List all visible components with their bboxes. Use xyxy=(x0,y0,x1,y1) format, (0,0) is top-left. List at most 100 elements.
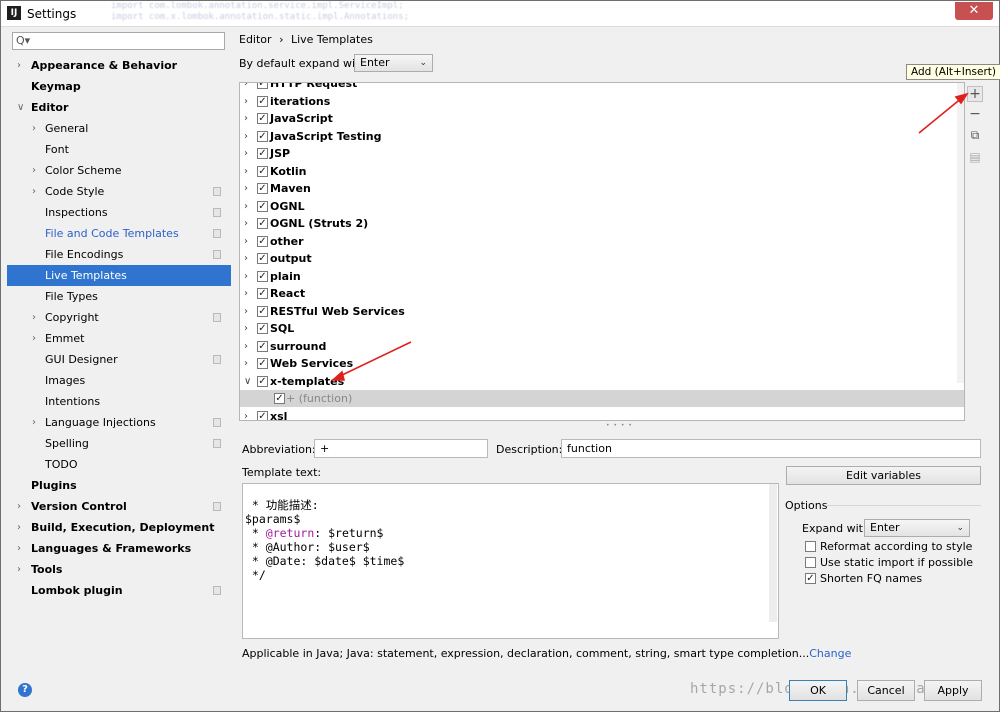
sidebar-item-images[interactable]: Images xyxy=(7,370,231,391)
option-checkbox[interactable] xyxy=(805,557,816,568)
template-checkbox[interactable]: ✓ xyxy=(257,83,268,89)
sidebar-item-tools[interactable]: › Tools xyxy=(7,559,231,580)
chevron-right-icon[interactable]: › xyxy=(244,110,248,127)
template-checkbox[interactable]: ✓ xyxy=(257,340,268,352)
sidebar-item-intentions[interactable]: Intentions xyxy=(7,391,231,412)
sidebar-item-font[interactable]: Font xyxy=(7,139,231,160)
template-group[interactable]: › ✓ JavaScript Testing xyxy=(240,128,964,145)
close-button[interactable]: ✕ xyxy=(955,2,993,20)
template-checkbox[interactable]: ✓ xyxy=(257,270,268,282)
restore-template-button[interactable]: ▤ xyxy=(967,150,983,166)
sidebar-item-languages-frameworks[interactable]: › Languages & Frameworks xyxy=(7,538,231,559)
sidebar-item-todo[interactable]: TODO xyxy=(7,454,231,475)
default-expand-select[interactable]: Enter ⌄ xyxy=(354,54,433,72)
template-group[interactable]: › ✓ other xyxy=(240,233,964,250)
chevron-right-icon[interactable]: › xyxy=(244,250,248,267)
template-checkbox[interactable]: ✓ xyxy=(257,165,268,177)
template-group[interactable]: › ✓ Web Services xyxy=(240,355,964,372)
chevron-right-icon[interactable]: › xyxy=(244,355,248,372)
template-checkbox[interactable]: ✓ xyxy=(257,95,268,107)
template-group[interactable]: › ✓ JSP xyxy=(240,145,964,162)
chevron-right-icon[interactable]: › xyxy=(32,181,36,202)
template-group[interactable]: › ✓ xsl xyxy=(240,408,964,420)
editor-scrollbar[interactable] xyxy=(769,484,777,622)
search-input[interactable]: Q▾ xyxy=(12,32,225,50)
chevron-right-icon[interactable]: › xyxy=(244,145,248,162)
sidebar-item-general[interactable]: › General xyxy=(7,118,231,139)
template-checkbox[interactable]: ✓ xyxy=(257,323,268,334)
sidebar-item-file-and-code-templates[interactable]: File and Code Templates xyxy=(7,223,231,244)
sidebar-item-color-scheme[interactable]: › Color Scheme xyxy=(7,160,231,181)
sidebar-item-version-control[interactable]: › Version Control xyxy=(7,496,231,517)
chevron-right-icon[interactable]: › xyxy=(32,160,36,181)
template-checkbox[interactable]: ✓ xyxy=(257,218,268,229)
template-group[interactable]: › ✓ OGNL xyxy=(240,198,964,215)
sidebar-item-emmet[interactable]: › Emmet xyxy=(7,328,231,349)
template-item[interactable]: ✓ + (function) xyxy=(240,390,964,407)
template-group[interactable]: › ✓ Kotlin xyxy=(240,163,964,180)
sidebar-item-build-execution-deployment[interactable]: › Build, Execution, Deployment xyxy=(7,517,231,538)
chevron-right-icon[interactable]: › xyxy=(17,538,21,559)
template-checkbox[interactable]: ✓ xyxy=(257,200,268,212)
template-group[interactable]: ∨ ✓ x-templates xyxy=(240,373,964,390)
sidebar-item-plugins[interactable]: Plugins xyxy=(7,475,231,496)
tree-scrollbar[interactable] xyxy=(957,83,964,383)
chevron-right-icon[interactable]: › xyxy=(244,128,248,145)
copy-template-button[interactable]: ⧉ xyxy=(967,128,983,144)
sidebar-item-inspections[interactable]: Inspections xyxy=(7,202,231,223)
template-checkbox[interactable]: ✓ xyxy=(257,410,268,420)
template-checkbox[interactable]: ✓ xyxy=(257,130,268,142)
chevron-right-icon[interactable]: › xyxy=(244,163,248,180)
chevron-right-icon[interactable]: › xyxy=(244,268,248,285)
sidebar-item-editor[interactable]: ∨ Editor xyxy=(7,97,231,118)
chevron-right-icon[interactable]: › xyxy=(244,93,248,110)
template-checkbox[interactable]: ✓ xyxy=(257,183,268,194)
chevron-right-icon[interactable]: › xyxy=(17,559,21,580)
sidebar-item-spelling[interactable]: Spelling xyxy=(7,433,231,454)
chevron-down-icon[interactable]: ∨ xyxy=(244,373,251,390)
template-group[interactable]: › ✓ plain xyxy=(240,268,964,285)
template-group[interactable]: › ✓ Maven xyxy=(240,180,964,197)
template-group[interactable]: › ✓ HTTP Request xyxy=(240,83,964,92)
chevron-right-icon[interactable]: › xyxy=(244,215,248,232)
sidebar-item-live-templates[interactable]: Live Templates xyxy=(7,265,231,286)
abbreviation-field[interactable]: + xyxy=(314,439,488,458)
chevron-right-icon[interactable]: › xyxy=(32,328,36,349)
chevron-right-icon[interactable]: › xyxy=(17,517,21,538)
splitter-handle[interactable]: • • • • xyxy=(239,421,965,429)
sidebar-item-gui-designer[interactable]: GUI Designer xyxy=(7,349,231,370)
sidebar-item-lombok-plugin[interactable]: Lombok plugin xyxy=(7,580,231,601)
chevron-right-icon[interactable]: › xyxy=(32,412,36,433)
chevron-right-icon[interactable]: › xyxy=(244,303,248,320)
template-checkbox[interactable]: ✓ xyxy=(257,148,268,159)
template-checkbox[interactable]: ✓ xyxy=(257,288,268,299)
chevron-right-icon[interactable]: › xyxy=(244,198,248,215)
template-checkbox[interactable]: ✓ xyxy=(257,305,268,317)
ok-button[interactable]: OK xyxy=(789,680,847,701)
chevron-right-icon[interactable]: › xyxy=(244,320,248,337)
add-template-button[interactable]: + xyxy=(967,86,983,102)
template-checkbox[interactable]: ✓ xyxy=(257,113,268,124)
chevron-right-icon[interactable]: › xyxy=(244,285,248,302)
live-templates-tree[interactable]: › ✓ HTTP Request › ✓ iterations › ✓ JavaScript › ✓… xyxy=(239,82,965,421)
template-checkbox[interactable]: ✓ xyxy=(257,235,268,247)
template-group[interactable]: › ✓ RESTful Web Services xyxy=(240,303,964,320)
chevron-right-icon[interactable]: › xyxy=(244,180,248,197)
template-checkbox[interactable]: ✓ xyxy=(257,253,268,264)
sidebar-item-file-encodings[interactable]: File Encodings xyxy=(7,244,231,265)
sidebar-item-appearance-behavior[interactable]: › Appearance & Behavior xyxy=(7,55,231,76)
sidebar-item-keymap[interactable]: Keymap xyxy=(7,76,231,97)
chevron-right-icon[interactable]: › xyxy=(244,83,248,92)
template-group[interactable]: › ✓ JavaScript xyxy=(240,110,964,127)
template-group[interactable]: › ✓ React xyxy=(240,285,964,302)
template-group[interactable]: › ✓ output xyxy=(240,250,964,267)
template-text-editor[interactable]: * 功能描述: $params$ * @return: $return$ * @A… xyxy=(242,483,779,639)
template-group[interactable]: › ✓ SQL xyxy=(240,320,964,337)
help-icon[interactable]: ? xyxy=(18,683,32,697)
edit-variables-button[interactable]: Edit variables xyxy=(786,466,981,485)
remove-template-button[interactable]: − xyxy=(967,107,983,123)
change-contexts-link[interactable]: Change xyxy=(809,647,851,660)
template-group[interactable]: › ✓ surround xyxy=(240,338,964,355)
options-expand-select[interactable]: Enter ⌄ xyxy=(864,519,970,537)
chevron-down-icon[interactable]: ∨ xyxy=(17,97,24,118)
